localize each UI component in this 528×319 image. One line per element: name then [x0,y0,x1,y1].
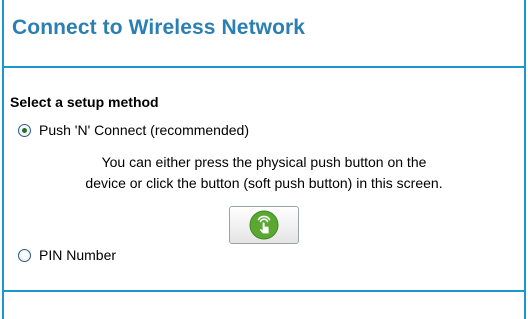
wps-push-hand-icon [249,210,279,240]
radio-selected-dot [22,127,27,133]
connect-wireless-panel: Connect to Wireless Network Select a set… [0,0,528,319]
push-description-line-2: device or click the button (soft push bu… [85,175,443,191]
push-n-connect-option[interactable]: Push 'N' Connect (recommended) [18,122,249,138]
bottom-divider [4,290,524,292]
page-title: Connect to Wireless Network [12,16,306,39]
pin-number-label[interactable]: PIN Number [39,247,116,263]
push-description-line-1: You can either press the physical push b… [101,154,427,170]
push-n-connect-radio[interactable] [18,123,31,137]
pin-number-radio[interactable] [18,248,31,262]
title-divider [4,66,524,68]
push-n-connect-label[interactable]: Push 'N' Connect (recommended) [39,122,249,138]
pin-number-option[interactable]: PIN Number [18,247,116,263]
soft-push-button[interactable] [229,206,299,244]
setup-method-label: Select a setup method [10,94,159,110]
